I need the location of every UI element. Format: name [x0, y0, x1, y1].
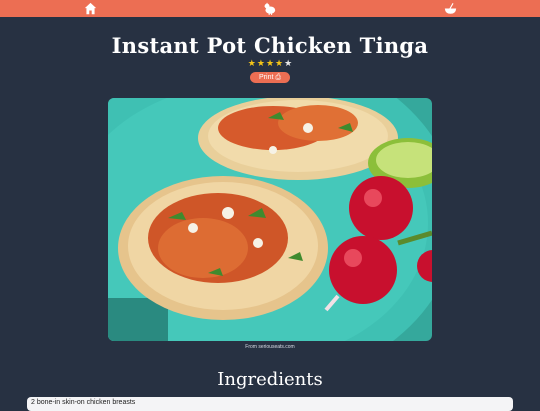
ingredient-item: 2 bone-in skin-on chicken breasts — [27, 397, 513, 411]
print-label: Print — [259, 74, 274, 81]
recipe-photo-graphic — [108, 98, 432, 341]
print-button[interactable]: Print ⎙ — [250, 72, 290, 83]
star-empty-icon: ★ — [284, 59, 293, 69]
recipe-photo — [108, 98, 432, 341]
chicken-icon[interactable] — [263, 2, 276, 15]
star-filled-icon: ★ — [265, 59, 275, 69]
star-filled-icon: ★ — [275, 59, 284, 69]
printer-icon: ⎙ — [275, 74, 281, 81]
mixing-bowl-icon[interactable] — [444, 2, 457, 15]
home-icon[interactable] — [84, 2, 97, 15]
top-nav-bar — [0, 0, 540, 17]
star-rating: ★★★★★ — [0, 59, 540, 69]
image-credit: From seriouseats.com — [245, 344, 295, 350]
star-filled-icon: ★ — [247, 59, 256, 69]
star-filled-icon: ★ — [256, 59, 265, 69]
ingredients-heading: Ingredients — [217, 369, 323, 390]
recipe-title: Instant Pot Chicken Tinga — [111, 33, 429, 58]
